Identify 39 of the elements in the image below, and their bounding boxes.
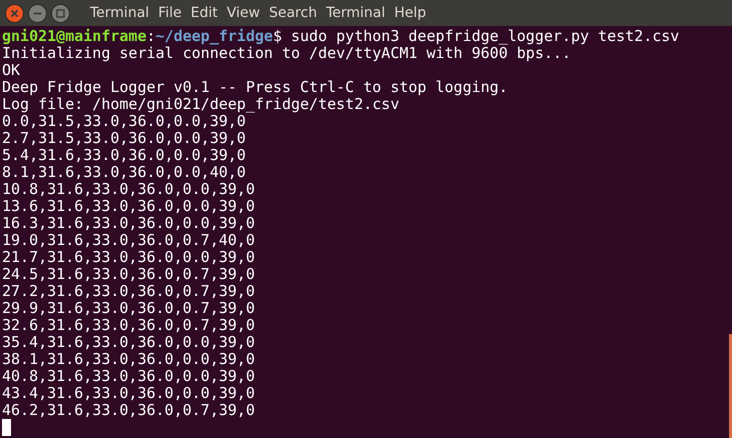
output-line: 21.7,31.6,33.0,36.0,0.0,39,0 — [2, 248, 255, 266]
output-line: 29.9,31.6,33.0,36.0,0.7,39,0 — [2, 299, 255, 317]
output-line: Log file: /home/gni021/deep_fridge/test2.csv — [2, 95, 400, 113]
output-line: 24.5,31.6,33.0,36.0,0.7,39,0 — [2, 265, 255, 283]
output-line: 32.6,31.6,33.0,36.0,0.7,39,0 — [2, 316, 255, 334]
output-line: 40.8,31.6,33.0,36.0,0.0,39,0 — [2, 367, 255, 385]
output-line: Initializing serial connection to /dev/ttyACM1 with 9600 bps... — [2, 44, 571, 62]
menu-item[interactable]: Terminal — [326, 5, 386, 21]
prompt-separator: : — [146, 27, 156, 45]
menu-item[interactable]: Help — [394, 5, 426, 21]
output-line: 16.3,31.6,33.0,36.0,0.0,39,0 — [2, 214, 255, 232]
output-line: 38.1,31.6,33.0,36.0,0.0,39,0 — [2, 350, 255, 368]
output-line: 10.8,31.6,33.0,36.0,0.0,39,0 — [2, 180, 255, 198]
window-title: Terminal — [90, 5, 150, 21]
output-line: 2.7,31.5,33.0,36.0,0.0,39,0 — [2, 129, 246, 147]
menu-item[interactable]: File — [158, 5, 182, 21]
close-icon[interactable] — [5, 4, 24, 22]
maximize-icon[interactable] — [51, 4, 70, 22]
output-line: OK — [2, 61, 20, 79]
output-line: 0.0,31.5,33.0,36.0,0.0,39,0 — [2, 112, 246, 130]
prompt-user-host: gni021@mainframe — [2, 27, 146, 45]
output-line: 46.2,31.6,33.0,36.0,0.7,39,0 — [2, 401, 255, 419]
output-line: 5.4,31.6,33.0,36.0,0.0,39,0 — [2, 146, 246, 164]
prompt-symbol: $ — [272, 27, 282, 45]
menu-item[interactable]: Search — [268, 5, 318, 21]
output-line: 27.2,31.6,33.0,36.0,0.7,39,0 — [2, 282, 255, 300]
scrollbar-thumb[interactable] — [729, 334, 732, 438]
output-line: 19.0,31.6,33.0,36.0,0.7,40,0 — [2, 231, 255, 249]
output-line: 8.1,31.6,33.0,36.0,0.0,40,0 — [2, 163, 246, 181]
output-line: 13.6,31.6,33.0,36.0,0.0,39,0 — [2, 197, 255, 215]
minimize-icon[interactable] — [28, 4, 47, 22]
prompt-path: ~/deep_fridge — [156, 27, 273, 45]
output-line: 43.4,31.6,33.0,36.0,0.0,39,0 — [2, 384, 255, 402]
output-line: 35.4,31.6,33.0,36.0,0.0,39,0 — [2, 333, 255, 351]
output-line: Deep Fridge Logger v0.1 -- Press Ctrl-C to stop logging. — [2, 78, 508, 96]
text-cursor — [2, 419, 11, 436]
command-text: sudo python3 deepfridge_logger.py test2.csv — [291, 27, 680, 45]
menu-item[interactable]: Edit — [190, 5, 218, 21]
menu-item[interactable]: View — [226, 5, 260, 21]
